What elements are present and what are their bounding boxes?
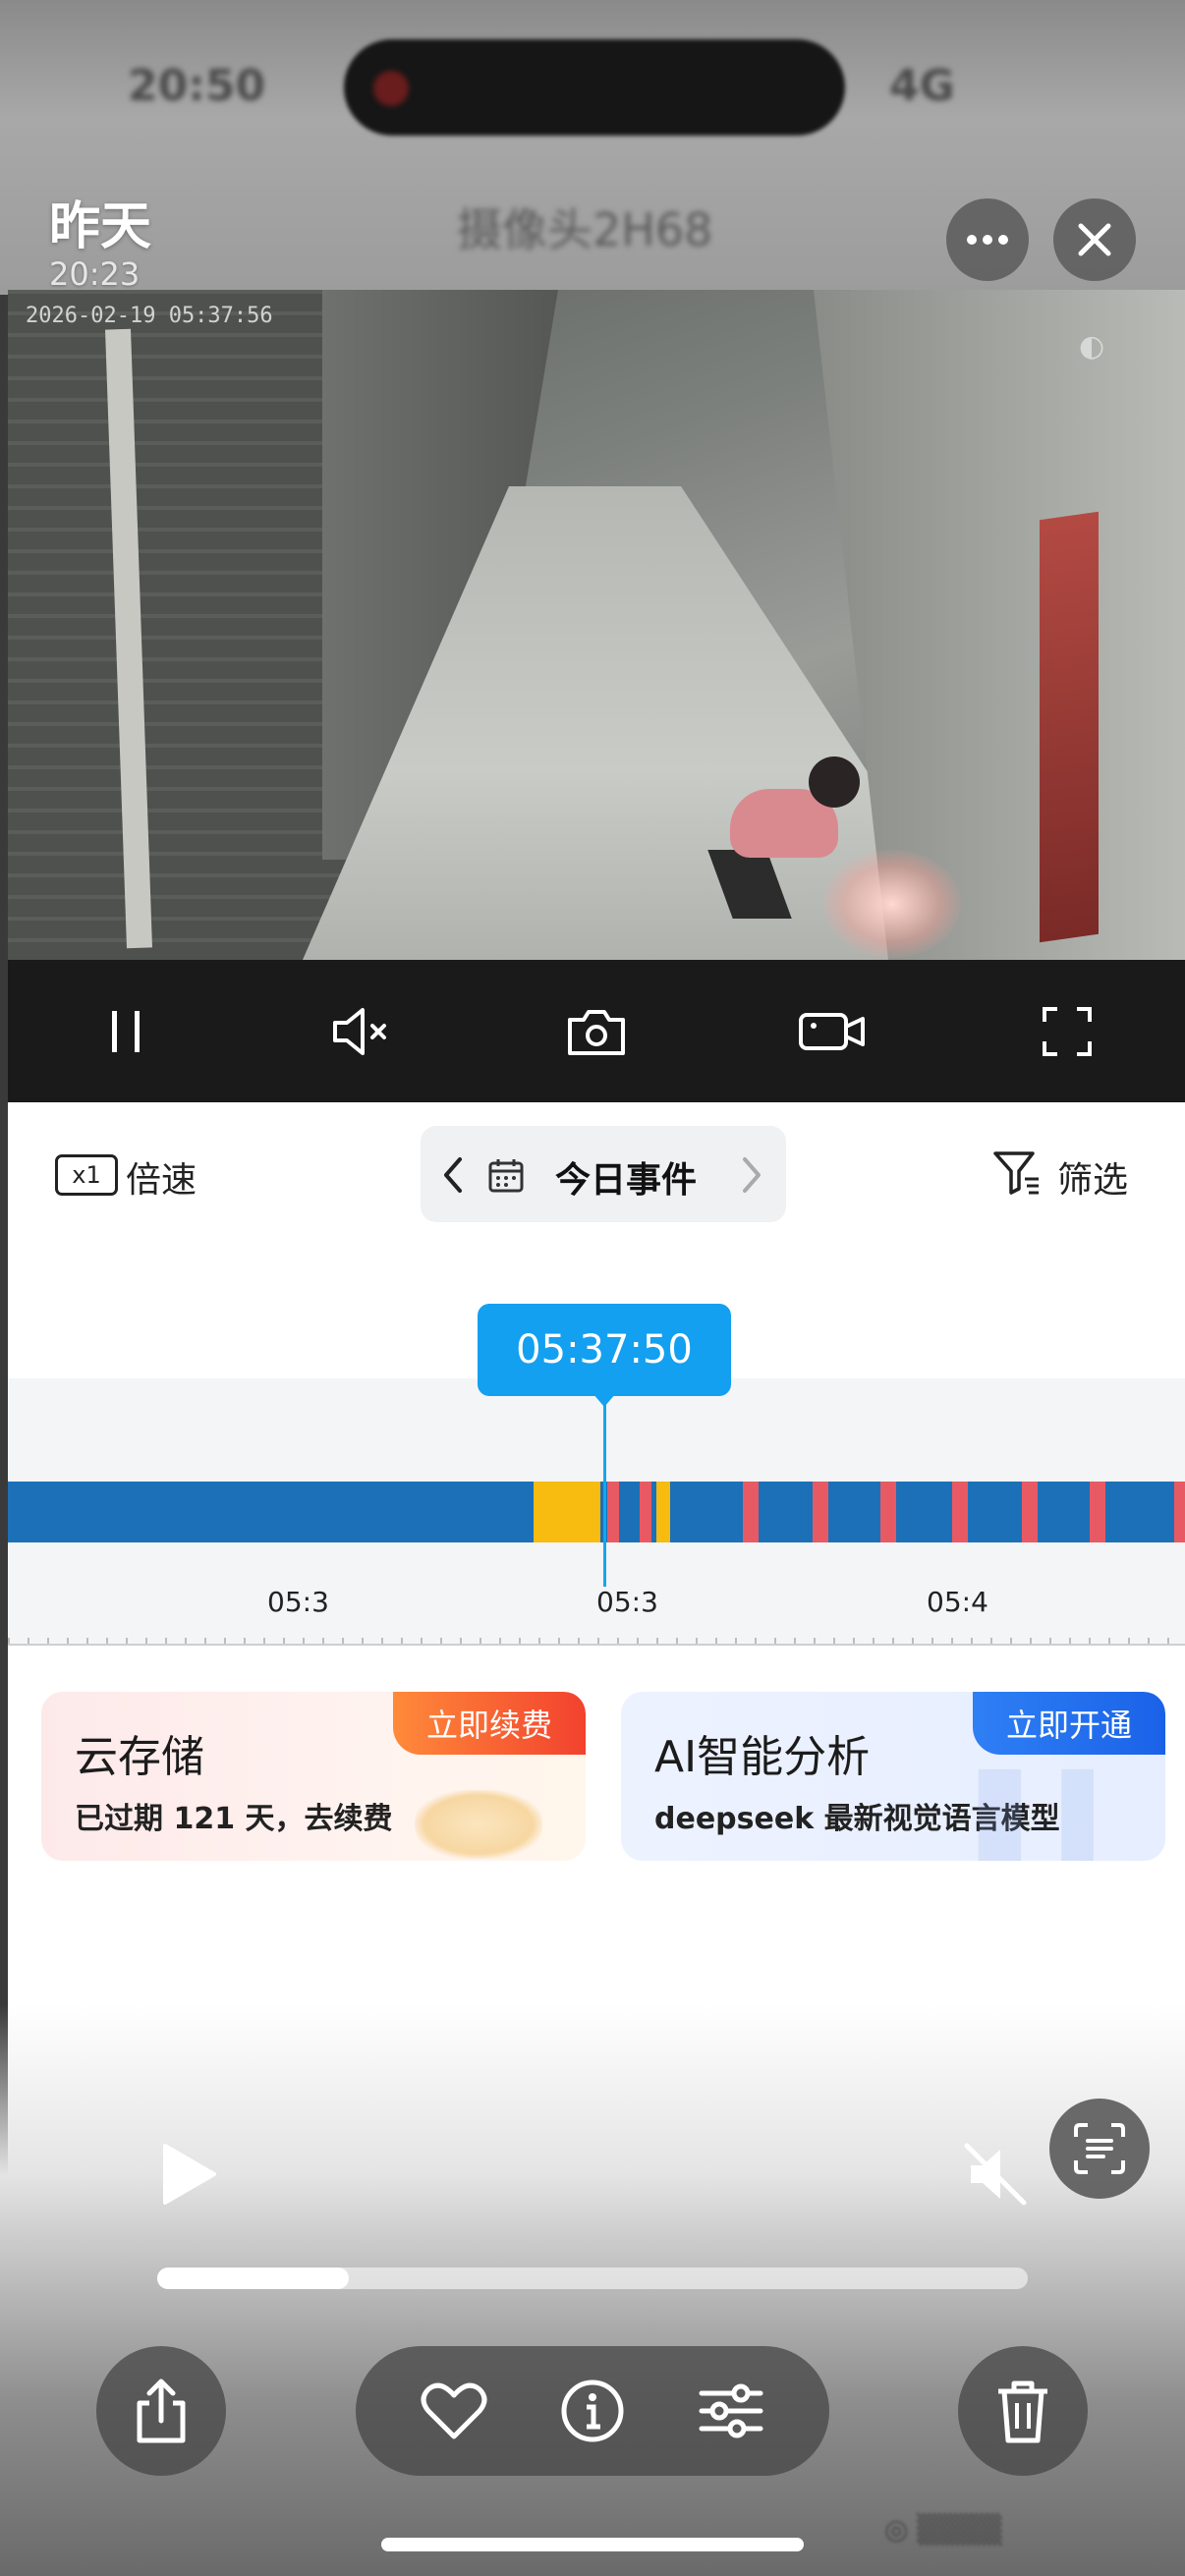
osd-timestamp: 2026-02-19 05:37:56 — [26, 304, 273, 328]
adjust-button[interactable] — [692, 2372, 770, 2450]
camera-brand-logo: ◐ — [1079, 329, 1105, 364]
status-network: 4G — [889, 61, 955, 111]
timeline-event-marker[interactable] — [743, 1482, 759, 1542]
timeline-event-marker[interactable] — [1022, 1482, 1038, 1542]
video-record-icon — [798, 1012, 865, 1050]
timeline-event-marker[interactable] — [880, 1482, 896, 1542]
record-button[interactable] — [798, 997, 867, 1066]
media-scrubber-progress — [157, 2268, 349, 2289]
fullscreen-icon — [1043, 1006, 1093, 1056]
live-text-button[interactable] — [1049, 2099, 1150, 2199]
dynamic-island — [344, 39, 845, 136]
ai-analysis-card[interactable]: AI智能分析 deepseek 最新视觉语言模型 ▌▍ 立即开通 — [621, 1692, 1165, 1861]
timeline-event-marker[interactable] — [640, 1482, 651, 1542]
chevron-left-icon[interactable] — [440, 1155, 464, 1195]
close-icon — [1078, 223, 1111, 256]
sliders-icon — [699, 2383, 763, 2438]
timeline-event-marker[interactable] — [656, 1482, 670, 1542]
timeline-event-marker[interactable] — [534, 1482, 600, 1542]
cloud-storage-subtitle: 已过期 121 天，去续费 — [75, 1802, 393, 1836]
photo-date-title: 昨天 — [49, 197, 152, 256]
more-button[interactable] — [946, 198, 1029, 281]
source-watermark: ◎ ▒▒▒▒ — [884, 2513, 1002, 2546]
ai-analysis-title: AI智能分析 — [654, 1732, 871, 1782]
share-icon — [137, 2379, 186, 2443]
timeline-cursor[interactable] — [603, 1395, 606, 1587]
text-scan-icon — [1074, 2123, 1125, 2174]
delete-button[interactable] — [958, 2346, 1088, 2476]
close-button[interactable] — [1053, 198, 1136, 281]
speed-badge[interactable]: x1 — [55, 1154, 118, 1196]
pause-icon — [111, 1010, 140, 1052]
more-icon — [967, 235, 1008, 245]
favorite-button[interactable] — [415, 2372, 493, 2450]
speed-label[interactable]: 倍速 — [126, 1151, 197, 1203]
timeline-event-marker[interactable] — [952, 1482, 968, 1542]
home-indicator[interactable] — [381, 2538, 804, 2551]
calendar-icon — [488, 1159, 524, 1193]
camera-icon — [567, 1009, 625, 1055]
filter-icon[interactable] — [992, 1149, 1044, 1197]
activate-now-button[interactable]: 立即开通 — [972, 1692, 1165, 1755]
timeline-event-marker[interactable] — [1174, 1482, 1185, 1542]
share-button[interactable] — [96, 2346, 226, 2476]
info-icon — [561, 2380, 624, 2442]
heart-icon — [421, 2382, 487, 2439]
play-icon[interactable] — [159, 2142, 218, 2207]
cloud-storage-card[interactable]: 云存储 已过期 121 天，去续费 立即续费 — [41, 1692, 586, 1861]
ai-illustration: ▌▍ — [979, 1770, 1146, 1861]
speaker-muted-icon[interactable] — [963, 2142, 1028, 2207]
current-time-bubble: 05:37:50 — [478, 1304, 731, 1396]
bottom-overlay — [0, 2004, 1185, 2576]
info-button[interactable] — [553, 2372, 632, 2450]
player-control-bar — [8, 960, 1185, 1102]
fullscreen-button[interactable] — [1033, 997, 1101, 1066]
cloud-storage-title: 云存储 — [75, 1732, 204, 1782]
today-events-label[interactable]: 今日事件 — [555, 1151, 697, 1203]
renew-now-button[interactable]: 立即续费 — [392, 1692, 586, 1755]
timeline-event-marker[interactable] — [1090, 1482, 1105, 1542]
recording-indicator — [373, 71, 409, 106]
timeline-tick-label: 05:3 — [267, 1586, 329, 1618]
bubble-pointer — [592, 1393, 616, 1407]
snapshot-button[interactable] — [562, 997, 631, 1066]
filter-label[interactable]: 筛选 — [1057, 1151, 1128, 1203]
timeline-ruler — [8, 1636, 1185, 1646]
timeline-tick-label: 05:3 — [596, 1586, 658, 1618]
status-time: 20:50 — [128, 61, 266, 111]
pause-button[interactable] — [91, 997, 160, 1066]
mute-icon — [333, 1007, 387, 1055]
photo-action-group — [356, 2346, 829, 2476]
app-page-title: 摄像头2H68 — [457, 203, 713, 256]
camera-video-feed[interactable]: 2026-02-19 05:37:56 ◐ — [8, 290, 1185, 960]
photo-time: 20:23 — [49, 255, 141, 293]
timeline-event-marker[interactable] — [607, 1482, 619, 1542]
timeline-event-marker[interactable] — [813, 1482, 828, 1542]
trash-icon — [998, 2380, 1047, 2443]
chevron-right-icon[interactable] — [741, 1155, 764, 1195]
cloud-illustration — [415, 1790, 542, 1859]
timeline-tick-label: 05:4 — [927, 1586, 988, 1618]
mute-button[interactable] — [326, 997, 395, 1066]
